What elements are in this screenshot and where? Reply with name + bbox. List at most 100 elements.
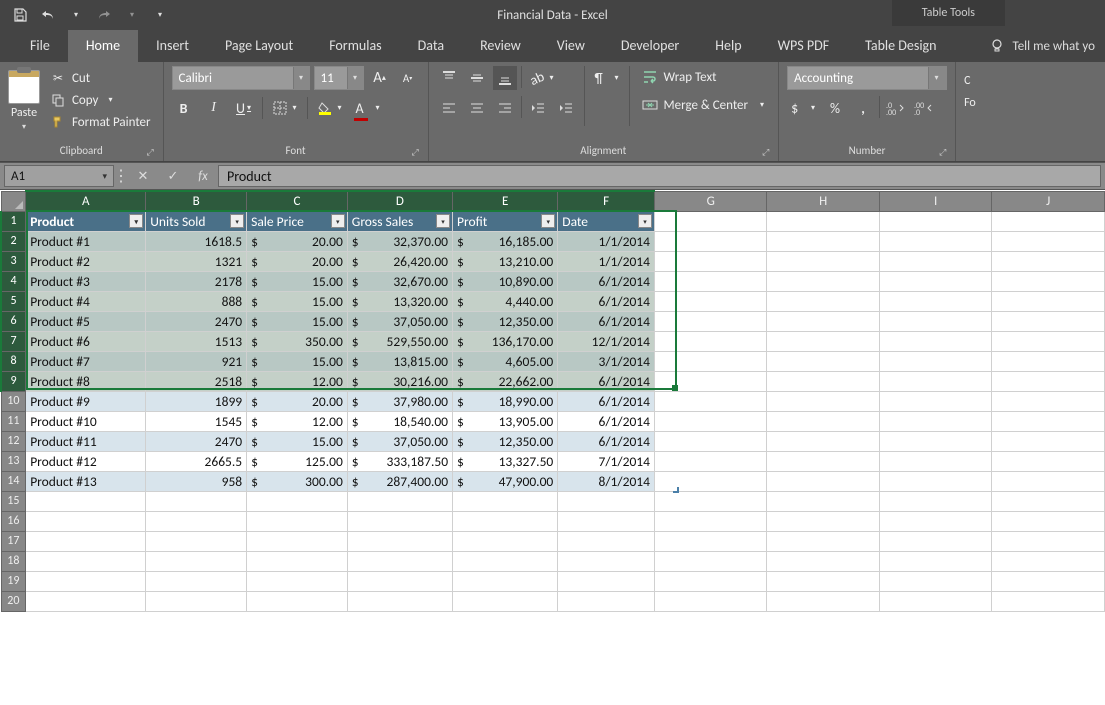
row-header-12[interactable]: 12 <box>1 431 26 451</box>
cell-A13[interactable]: Product #12 <box>26 451 146 471</box>
italic-button[interactable]: I <box>202 96 226 120</box>
cell-J19[interactable] <box>992 571 1105 591</box>
cell-H16[interactable] <box>767 511 879 531</box>
cell-A14[interactable]: Product #13 <box>26 471 146 491</box>
cell-F6[interactable]: 6/1/2014 <box>558 311 655 331</box>
row-header-13[interactable]: 13 <box>1 451 26 471</box>
tab-file[interactable]: File <box>12 29 68 62</box>
tab-review[interactable]: Review <box>462 29 539 62</box>
alignment-launcher[interactable]: ⤢ <box>762 147 774 159</box>
filter-button[interactable]: ▾ <box>541 214 555 228</box>
cell-G7[interactable] <box>654 331 766 351</box>
cell-J2[interactable] <box>992 231 1105 251</box>
cell-C4[interactable]: $15.00 <box>247 271 348 291</box>
cell-B17[interactable] <box>146 531 247 551</box>
row-header-7[interactable]: 7 <box>1 331 26 351</box>
cell-F19[interactable] <box>558 571 655 591</box>
cell-H8[interactable] <box>767 351 879 371</box>
cell-F16[interactable] <box>558 511 655 531</box>
cell-D8[interactable]: $13,815.00 <box>347 351 452 371</box>
cell-F12[interactable]: 6/1/2014 <box>558 431 655 451</box>
align-top-button[interactable] <box>437 66 461 90</box>
comma-button[interactable]: , <box>851 96 875 120</box>
undo-button[interactable] <box>38 5 58 25</box>
cell-D19[interactable] <box>347 571 452 591</box>
name-box[interactable]: A1▾ <box>4 165 114 187</box>
cell-E16[interactable] <box>453 511 558 531</box>
row-header-2[interactable]: 2 <box>1 231 26 251</box>
cell-E11[interactable]: $13,905.00 <box>453 411 558 431</box>
table-header-cell[interactable]: Date▾ <box>558 211 655 231</box>
cell-E2[interactable]: $16,185.00 <box>453 231 558 251</box>
redo-dropdown[interactable]: ▾ <box>122 5 142 25</box>
cell-C6[interactable]: $15.00 <box>247 311 348 331</box>
cell-H13[interactable] <box>767 451 879 471</box>
cell-H19[interactable] <box>767 571 879 591</box>
tab-view[interactable]: View <box>539 29 603 62</box>
cell-G5[interactable] <box>654 291 766 311</box>
cell-G11[interactable] <box>654 411 766 431</box>
row-header-4[interactable]: 4 <box>1 271 26 291</box>
font-name-input[interactable] <box>173 67 293 89</box>
cell-J13[interactable] <box>992 451 1105 471</box>
percent-button[interactable]: % <box>823 96 847 120</box>
cell-H18[interactable] <box>767 551 879 571</box>
cell-E5[interactable]: $4,440.00 <box>453 291 558 311</box>
cell-A10[interactable]: Product #9 <box>26 391 146 411</box>
cell-F10[interactable]: 6/1/2014 <box>558 391 655 411</box>
grip-icon[interactable]: ⋮ <box>114 166 128 186</box>
align-left-button[interactable] <box>437 96 461 120</box>
cell-I1[interactable] <box>879 211 991 231</box>
cell-J20[interactable] <box>992 591 1105 611</box>
font-size-combo[interactable]: ▾ <box>314 66 364 90</box>
cell-C11[interactable]: $12.00 <box>247 411 348 431</box>
cell-A7[interactable]: Product #6 <box>26 331 146 351</box>
cell-F11[interactable]: 6/1/2014 <box>558 411 655 431</box>
cell-B3[interactable]: 1321 <box>146 251 247 271</box>
cell-I8[interactable] <box>879 351 991 371</box>
cell-I12[interactable] <box>879 431 991 451</box>
rtl-button[interactable]: ¶▾ <box>591 66 623 90</box>
cell-B6[interactable]: 2470 <box>146 311 247 331</box>
cell-D13[interactable]: $333,187.50 <box>347 451 452 471</box>
cell-H11[interactable] <box>767 411 879 431</box>
cell-F17[interactable] <box>558 531 655 551</box>
decrease-font-button[interactable]: A▾ <box>396 66 420 90</box>
cell-J10[interactable] <box>992 391 1105 411</box>
column-header-A[interactable]: A <box>26 191 146 211</box>
decrease-decimal-button[interactable]: .00.0 <box>912 96 936 120</box>
cell-C12[interactable]: $15.00 <box>247 431 348 451</box>
row-header-20[interactable]: 20 <box>1 591 26 611</box>
chevron-down-icon[interactable]: ▾ <box>293 67 309 89</box>
cell-E10[interactable]: $18,990.00 <box>453 391 558 411</box>
clipboard-launcher[interactable]: ⤢ <box>147 147 159 159</box>
row-header-3[interactable]: 3 <box>1 251 26 271</box>
cell-H7[interactable] <box>767 331 879 351</box>
cell-F14[interactable]: 8/1/2014 <box>558 471 655 491</box>
cell-E12[interactable]: $12,350.00 <box>453 431 558 451</box>
cell-A3[interactable]: Product #2 <box>26 251 146 271</box>
number-format-combo[interactable]: ▾ <box>787 66 947 90</box>
filter-button[interactable]: ▾ <box>638 214 652 228</box>
enter-formula-button[interactable]: ✓ <box>158 165 188 187</box>
cell-F9[interactable]: 6/1/2014 <box>558 371 655 391</box>
orientation-button[interactable]: ab▾ <box>526 66 558 90</box>
cell-J16[interactable] <box>992 511 1105 531</box>
cell-B19[interactable] <box>146 571 247 591</box>
cell-B20[interactable] <box>146 591 247 611</box>
cell-I9[interactable] <box>879 371 991 391</box>
tab-formulas[interactable]: Formulas <box>311 29 399 62</box>
cell-B10[interactable]: 1899 <box>146 391 247 411</box>
cell-F3[interactable]: 1/1/2014 <box>558 251 655 271</box>
cell-J17[interactable] <box>992 531 1105 551</box>
cell-I16[interactable] <box>879 511 991 531</box>
tell-me[interactable]: Tell me what yo <box>979 30 1105 62</box>
column-header-F[interactable]: F <box>558 191 655 211</box>
tab-developer[interactable]: Developer <box>603 29 697 62</box>
cell-A5[interactable]: Product #4 <box>26 291 146 311</box>
cell-F7[interactable]: 12/1/2014 <box>558 331 655 351</box>
cell-D14[interactable]: $287,400.00 <box>347 471 452 491</box>
cell-I18[interactable] <box>879 551 991 571</box>
cell-C8[interactable]: $15.00 <box>247 351 348 371</box>
cell-C7[interactable]: $350.00 <box>247 331 348 351</box>
